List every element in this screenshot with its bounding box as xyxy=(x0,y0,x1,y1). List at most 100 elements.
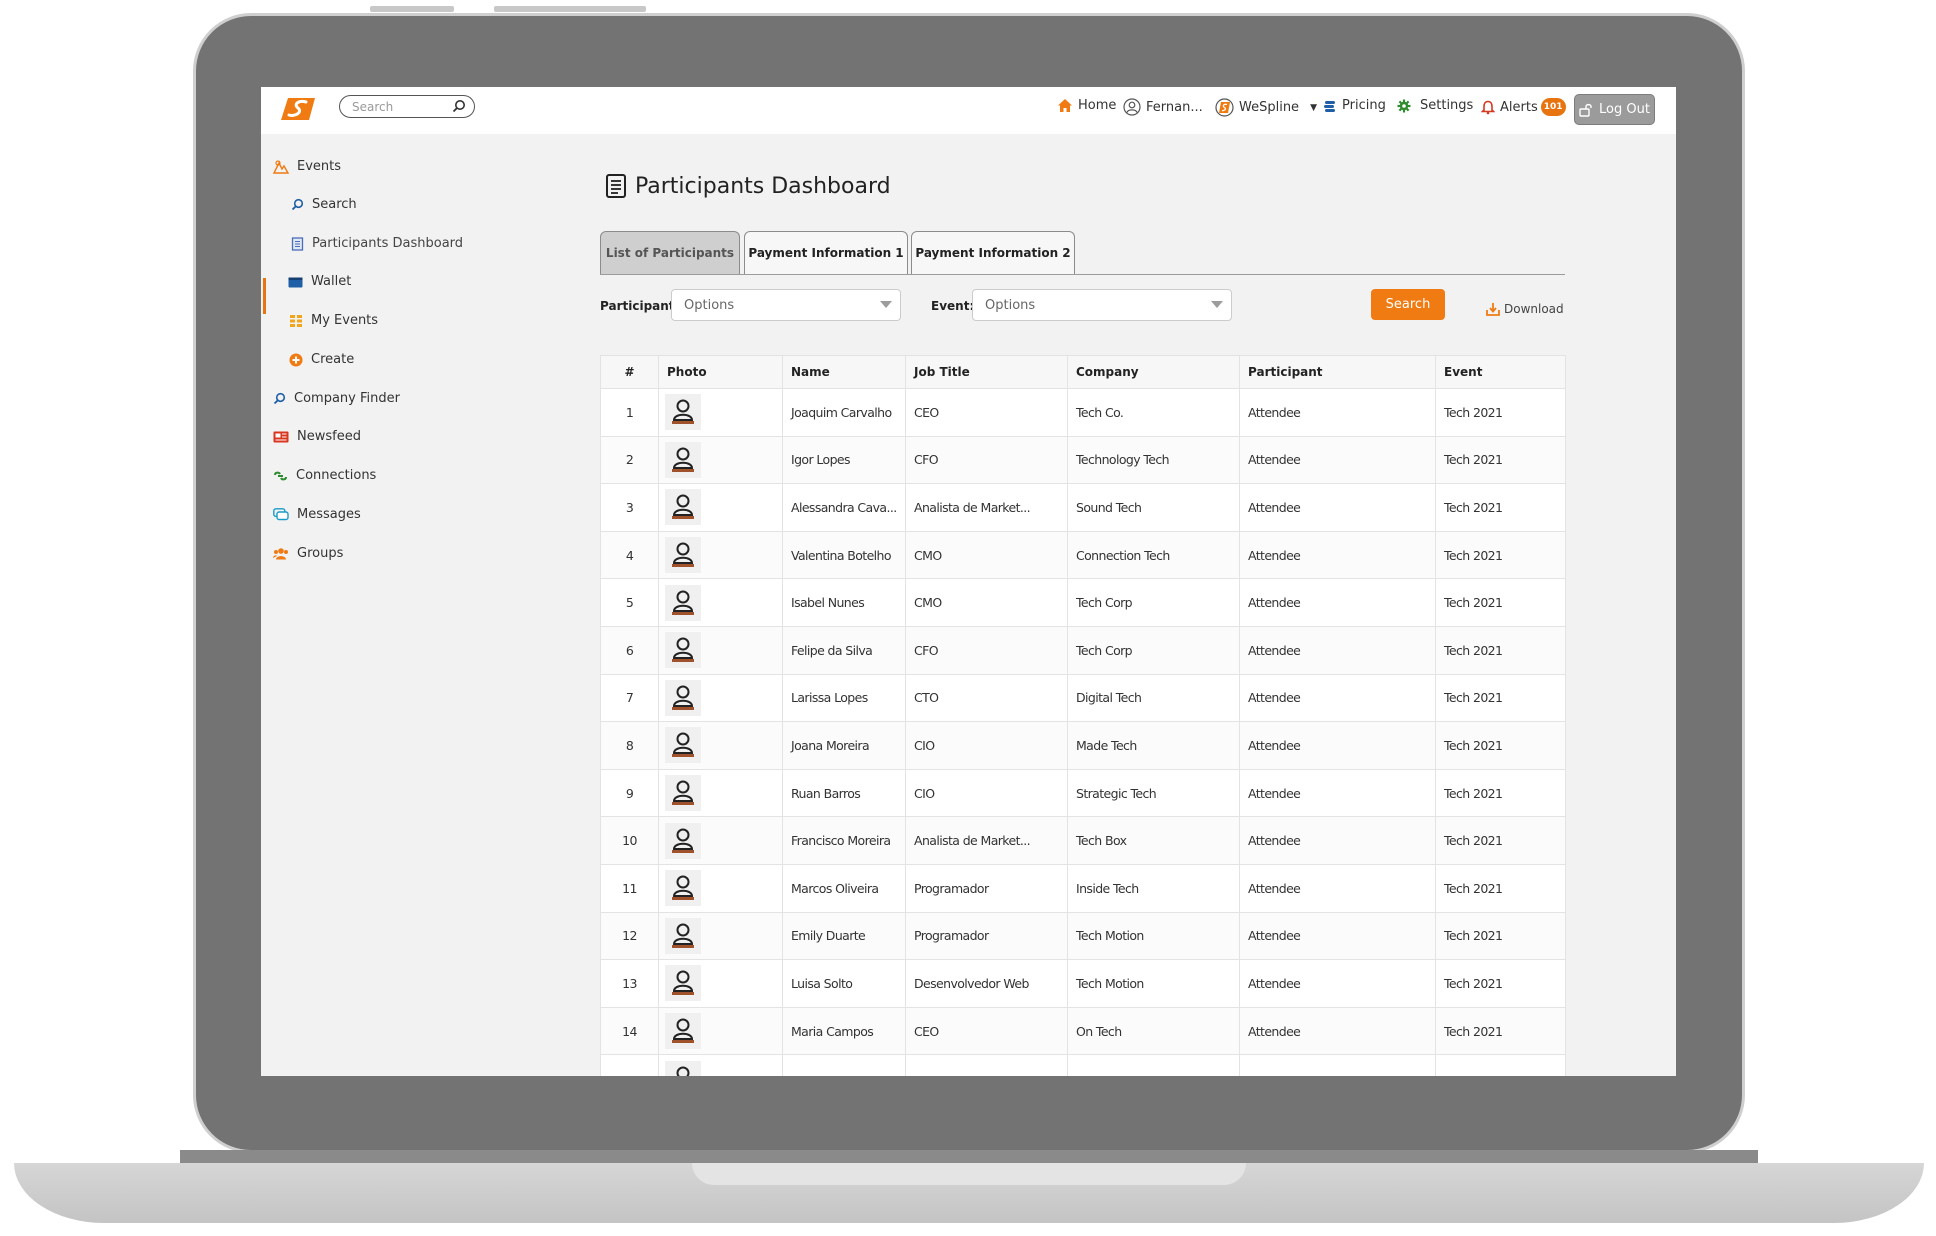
participant-select[interactable]: Options xyxy=(671,289,901,321)
nav-brand-label: WeSpline xyxy=(1239,100,1300,115)
table-row[interactable]: 10 Francisco Moreira Analista de Market...… xyxy=(600,816,1566,865)
column-header[interactable]: # xyxy=(600,355,659,389)
nav-brand-dropdown[interactable]: WeSpline ▼ xyxy=(1215,98,1317,117)
nav-settings[interactable]: Settings xyxy=(1397,98,1473,113)
table-row[interactable]: 1 Joaquim Carvalho CEO Tech Co. Attendee Tech… xyxy=(600,388,1566,437)
tab-list-of-participants[interactable]: List of Participants xyxy=(600,231,740,274)
participant-cell: Attendee xyxy=(1239,863,1436,913)
photo-cell xyxy=(658,483,783,532)
table-row[interactable]: 14 Maria Campos CEO On Tech Attendee Tech 202… xyxy=(600,1006,1566,1056)
logout-button[interactable]: Log Out xyxy=(1574,94,1655,125)
participant-cell: Attendee xyxy=(1239,483,1436,532)
nav-home[interactable]: Home xyxy=(1057,98,1116,113)
column-header[interactable]: Photo xyxy=(658,355,783,389)
table-row[interactable]: 3 Alessandra Cava... Analista de Market...… xyxy=(600,483,1566,532)
table-row[interactable]: 11 Marcos Oliveira Programador Inside Tech A… xyxy=(600,863,1566,913)
sidebar-item-groups[interactable]: Groups xyxy=(273,546,343,561)
avatar[interactable] xyxy=(665,489,701,526)
sidebar-item-search[interactable]: Search xyxy=(291,197,357,212)
avatar[interactable] xyxy=(665,917,701,954)
company-cell: On Tech xyxy=(1067,1006,1240,1056)
table-row[interactable]: 9 Ruan Barros CIO Strategic Tech Attendee Tec… xyxy=(600,768,1566,818)
photo-cell xyxy=(658,435,783,485)
table-row[interactable]: 4 Valentina Botelho CMO Connection Tech Atte… xyxy=(600,530,1566,580)
table-row[interactable]: 6 Felipe da Silva CFO Tech Corp Attendee Tech… xyxy=(600,625,1566,675)
column-header[interactable]: Job Title xyxy=(905,355,1068,389)
event-select-value: Options xyxy=(985,297,1036,313)
company-cell: Made Tech xyxy=(1067,721,1240,770)
company-cell: Tech Co. xyxy=(1067,388,1240,437)
avatar[interactable] xyxy=(665,394,701,431)
avatar[interactable] xyxy=(665,1060,701,1076)
column-header[interactable]: Event xyxy=(1435,355,1566,389)
table-header-row: # Photo Name Job Title Company Participa… xyxy=(600,355,1566,389)
participant-select-value: Options xyxy=(684,297,735,313)
avatar[interactable] xyxy=(665,965,701,1002)
job-title-cell: CMO xyxy=(905,578,1068,627)
avatar[interactable] xyxy=(665,679,701,716)
sidebar-item-newsfeed[interactable]: Newsfeed xyxy=(273,429,361,444)
avatar[interactable] xyxy=(665,441,701,478)
search-icon[interactable] xyxy=(452,99,466,113)
top-navbar: Home Fernan... WeSpline ▼ Pricing Settin… xyxy=(261,87,1676,134)
table-row[interactable] xyxy=(600,1054,1566,1076)
table-row[interactable]: 12 Emily Duarte Programador Tech Motion Atte… xyxy=(600,911,1566,961)
chevron-down-icon xyxy=(1211,301,1223,308)
company-cell: Tech Motion xyxy=(1067,911,1240,961)
sidebar-item-wallet[interactable]: Wallet xyxy=(288,274,351,289)
table-row[interactable]: 8 Joana Moreira CIO Made Tech Attendee Tech 2… xyxy=(600,721,1566,770)
photo-cell xyxy=(658,863,783,913)
row-number-cell: 2 xyxy=(600,435,659,485)
table-row[interactable]: 7 Larissa Lopes CTO Digital Tech Attendee Tec… xyxy=(600,673,1566,723)
tab-payment-information-2[interactable]: Payment Information 2 xyxy=(911,231,1075,274)
participant-cell: Attendee xyxy=(1239,578,1436,627)
participant-cell: Attendee xyxy=(1239,959,1436,1008)
column-header[interactable]: Participant xyxy=(1239,355,1436,389)
avatar[interactable] xyxy=(665,822,701,859)
avatar-icon xyxy=(672,828,694,853)
sidebar-item-connections[interactable]: Connections xyxy=(273,468,376,483)
tab-bar: List of Participants Payment Information… xyxy=(600,230,1565,275)
avatar-icon xyxy=(672,970,694,996)
participant-cell: Attendee xyxy=(1239,1006,1436,1056)
sidebar-item-my-events[interactable]: My Events xyxy=(289,313,378,328)
sidebar-item-create[interactable]: Create xyxy=(289,352,354,367)
sidebar-item-messages[interactable]: Messages xyxy=(273,507,361,522)
table-row[interactable]: 2 Igor Lopes CFO Technology Tech Attendee Tec… xyxy=(600,435,1566,485)
avatar[interactable] xyxy=(665,727,701,764)
name-cell: Alessandra Cava... xyxy=(782,483,906,532)
download-link[interactable]: Download xyxy=(1486,302,1564,316)
sidebar-item-events[interactable]: Events xyxy=(273,159,341,174)
sidebar-item-participants-dashboard[interactable]: Participants Dashboard xyxy=(291,236,463,251)
job-title-cell xyxy=(905,1054,1068,1076)
nav-user[interactable]: Fernan... xyxy=(1123,98,1203,116)
event-cell: Tech 2021 xyxy=(1435,911,1566,961)
company-cell: Tech Corp xyxy=(1067,625,1240,675)
avatar[interactable] xyxy=(665,584,701,621)
avatar[interactable] xyxy=(665,537,701,574)
search-button[interactable]: Search xyxy=(1371,289,1445,320)
row-number-cell: 1 xyxy=(600,388,659,437)
participant-filter-label: Participant: xyxy=(600,299,680,313)
avatar[interactable] xyxy=(665,632,701,669)
column-header[interactable]: Company xyxy=(1067,355,1240,389)
nav-settings-label: Settings xyxy=(1420,98,1474,113)
event-filter-label: Event: xyxy=(931,299,975,313)
nav-alerts[interactable]: Alerts 101 xyxy=(1481,98,1566,116)
column-header[interactable]: Name xyxy=(782,355,906,389)
app-logo[interactable] xyxy=(279,96,317,122)
search-input[interactable] xyxy=(352,98,452,115)
table-row[interactable]: 5 Isabel Nunes CMO Tech Corp Attendee Tech 20… xyxy=(600,578,1566,627)
avatar[interactable] xyxy=(665,775,701,812)
sidebar-item-company-finder[interactable]: Company Finder xyxy=(273,391,400,406)
avatar[interactable] xyxy=(665,1013,701,1050)
participant-cell xyxy=(1239,1054,1436,1076)
table-row[interactable]: 13 Luisa Solto Desenvolvedor Web Tech Motio… xyxy=(600,959,1566,1008)
tab-payment-information-1[interactable]: Payment Information 1 xyxy=(744,231,908,274)
event-select[interactable]: Options xyxy=(972,289,1232,321)
row-number-cell: 7 xyxy=(600,673,659,723)
avatar[interactable] xyxy=(665,870,701,907)
nav-pricing[interactable]: Pricing xyxy=(1323,98,1386,113)
job-title-cell: Desenvolvedor Web xyxy=(905,959,1068,1008)
global-search[interactable] xyxy=(339,95,475,118)
